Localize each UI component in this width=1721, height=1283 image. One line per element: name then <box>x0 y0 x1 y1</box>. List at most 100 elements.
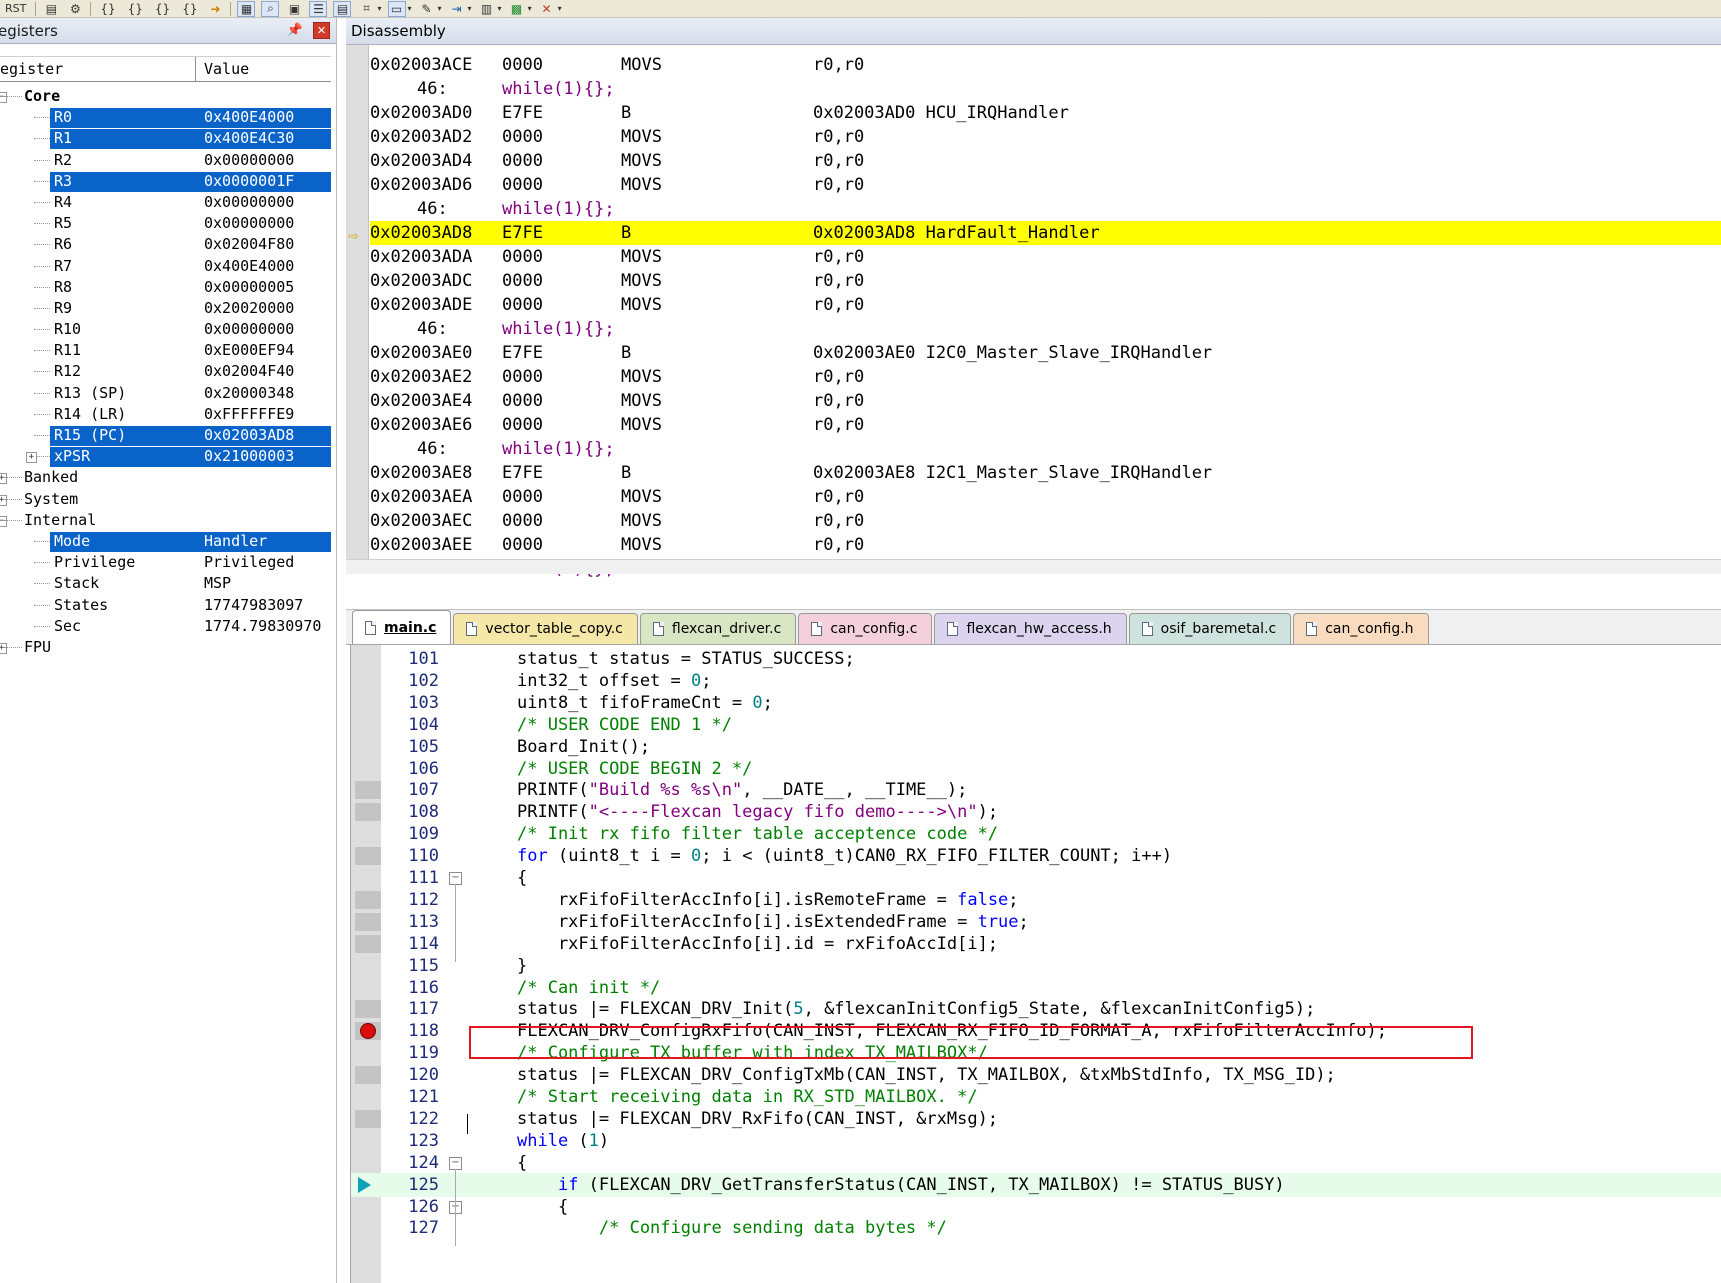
dropdown-icon[interactable]: ▾ <box>558 4 562 13</box>
register-row[interactable]: Sec 1774.79830970 <box>0 616 336 637</box>
register-value[interactable]: 17747983097 <box>204 595 303 616</box>
register-row[interactable]: Stack MSP <box>0 573 336 594</box>
tab-osif-baremetal-c[interactable]: osif_baremetal.c <box>1128 613 1292 644</box>
expand-icon[interactable]: − <box>0 515 7 527</box>
close-icon[interactable]: ✕ <box>313 22 330 39</box>
expand-icon[interactable]: − <box>0 92 7 103</box>
executable-line-marker[interactable] <box>355 781 381 800</box>
code-line[interactable]: 104 /* USER CODE END 1 */ <box>351 713 1721 737</box>
executable-line-marker[interactable] <box>355 847 381 866</box>
tab-main-c[interactable]: main.c <box>352 610 452 644</box>
register-row[interactable]: R8 0x00000005 <box>0 277 336 298</box>
register-row[interactable]: R11 0xE000EF94 <box>0 340 336 361</box>
register-row[interactable]: Mode Handler <box>0 531 336 552</box>
brace-over-icon[interactable]: {} <box>125 1 146 17</box>
dropdown-icon[interactable]: ▾ <box>498 4 502 13</box>
code-line[interactable]: 115} <box>351 954 1721 978</box>
code-line[interactable]: 121 /* Start receiving data in RX_STD_MAI… <box>351 1085 1721 1109</box>
register-group[interactable]: + FPU <box>0 637 336 658</box>
register-value[interactable]: 0x00000000 <box>204 213 294 234</box>
disassembly-line[interactable]: 0x02003AE4 0000 MOVS r0,r0 <box>370 389 1721 413</box>
arrow-icon[interactable]: ➜ <box>206 1 224 17</box>
watch-icon[interactable]: ▤ <box>333 0 352 17</box>
register-value[interactable]: 0x400E4000 <box>204 256 294 277</box>
gear-icon[interactable]: ⚙ <box>66 1 84 17</box>
register-row[interactable]: R12 0x02004F40 <box>0 361 336 382</box>
register-row[interactable]: R14 (LR) 0xFFFFFFE9 <box>0 404 336 425</box>
dropdown-icon[interactable]: ▾ <box>438 4 442 13</box>
register-row[interactable]: R0 0x400E4000 <box>0 107 336 129</box>
expand-icon[interactable]: + <box>0 494 7 506</box>
executable-line-marker[interactable] <box>355 803 381 822</box>
dropdown-icon[interactable]: ▾ <box>408 4 412 13</box>
disassembly-scrollbar[interactable] <box>346 559 1721 574</box>
tool-icon[interactable]: ▩ <box>508 1 526 17</box>
code-line[interactable]: 103 uint8_t fifoFrameCnt = 0; <box>351 691 1721 715</box>
column-value[interactable]: Value <box>196 57 249 81</box>
code-line[interactable]: 113 rxFifoFilterAccInfo[i].isExtendedFra… <box>351 910 1721 934</box>
disassembly-line[interactable]: 0x02003AD0 E7FE B 0x02003AD0 HCU_IRQHandler <box>370 101 1721 125</box>
register-group[interactable]: + System <box>0 489 336 510</box>
wrench-icon[interactable]: ✕ <box>538 1 556 17</box>
tab-can-config-h[interactable]: can_config.h <box>1293 613 1429 644</box>
code-line[interactable]: 105 Board_Init(); <box>351 735 1721 759</box>
register-value[interactable]: 0x02003AD8 <box>204 425 294 446</box>
chip-icon[interactable]: ⇥ <box>448 1 466 17</box>
disassembly-line[interactable]: 46: while(1){}; <box>370 197 1721 221</box>
register-value[interactable]: 0x00000000 <box>204 192 294 213</box>
register-row[interactable]: R6 0x02004F80 <box>0 234 336 255</box>
code-line[interactable]: 114 rxFifoFilterAccInfo[i].id = rxFifoAc… <box>351 932 1721 956</box>
code-line[interactable]: 109 /* Init rx fifo filter table accepten… <box>351 822 1721 846</box>
register-group[interactable]: − Internal <box>0 510 336 531</box>
executable-line-marker[interactable] <box>355 890 381 909</box>
register-row[interactable]: R3 0x0000001F <box>0 171 336 192</box>
register-group[interactable]: + Banked <box>0 467 336 488</box>
executable-line-marker[interactable] <box>355 1000 381 1019</box>
code-line[interactable]: 123 while (1) <box>351 1129 1721 1153</box>
register-row[interactable]: R15 (PC) 0x02003AD8 <box>0 425 336 446</box>
executable-line-marker[interactable] <box>355 934 381 953</box>
register-value[interactable]: 1774.79830970 <box>204 616 321 637</box>
register-row[interactable]: R10 0x00000000 <box>0 319 336 340</box>
disassembly-current-line[interactable]: 0x02003AD8 E7FE B 0x02003AD8 HardFault_Hand… <box>348 221 1721 246</box>
register-value[interactable]: 0x00000005 <box>204 277 294 298</box>
register-value[interactable]: 0xFFFFFFE9 <box>204 404 294 425</box>
tab-flexcan-driver-c[interactable]: flexcan_driver.c <box>639 613 797 644</box>
disassembly-listing[interactable]: 0x02003ACE 0000 MOVS r0,r0 46: while(1){}; 0x0… <box>348 53 1721 581</box>
register-value[interactable]: 0x400E4C30 <box>204 128 294 149</box>
register-value[interactable]: 0x20000348 <box>204 383 294 404</box>
brace-run-icon[interactable]: {} <box>179 1 200 17</box>
pin-icon[interactable]: 📌 <box>287 23 303 38</box>
doc-icon[interactable]: ▤ <box>42 1 60 17</box>
code-line[interactable]: 111−{ <box>351 866 1721 890</box>
code-line[interactable]: 110 for (uint8_t i = 0; i < (uint8_t)CAN0… <box>351 844 1721 868</box>
register-row[interactable]: R4 0x00000000 <box>0 192 336 213</box>
disassembly-line[interactable]: 0x02003ACE 0000 MOVS r0,r0 <box>370 53 1721 77</box>
disassembly-line[interactable]: 0x02003AE8 E7FE B 0x02003AE8 I2C1_Master_Sl… <box>370 461 1721 485</box>
reg-icon[interactable]: ▣ <box>285 1 303 17</box>
expand-icon[interactable]: + <box>0 642 7 654</box>
register-value[interactable]: Privileged <box>204 552 294 573</box>
register-row[interactable]: R5 0x00000000 <box>0 213 336 234</box>
code-line[interactable]: 116 /* Can init */ <box>351 976 1721 1000</box>
disasm-icon[interactable]: ▦ <box>237 0 256 17</box>
register-row[interactable]: R7 0x400E4000 <box>0 256 336 277</box>
disassembly-line[interactable]: 46: while(1){}; <box>370 77 1721 101</box>
register-value[interactable]: 0x400E4000 <box>204 107 294 128</box>
disassembly-line[interactable]: 0x02003AEC 0000 MOVS r0,r0 <box>370 509 1721 533</box>
expand-icon[interactable]: + <box>26 452 37 464</box>
code-line[interactable]: 117 status |= FLEXCAN_DRV_Init(5, &flexca… <box>351 997 1721 1021</box>
disassembly-line[interactable]: 0x02003AE2 0000 MOVS r0,r0 <box>370 365 1721 389</box>
register-row[interactable]: xPSR 0x21000003 + <box>0 446 336 468</box>
brace-step-icon[interactable]: {} <box>97 1 118 17</box>
register-value[interactable]: 0x20020000 <box>204 298 294 319</box>
register-row[interactable]: R1 0x400E4C30 <box>0 128 336 150</box>
tab-can-config-c[interactable]: can_config.c <box>798 613 933 644</box>
code-line[interactable]: 101 status_t status = STATUS_SUCCESS; <box>351 647 1721 671</box>
code-line[interactable]: 107 PRINTF("Build %s %s\n", __DATE__, __T… <box>351 778 1721 802</box>
register-value[interactable]: 0x0000001F <box>204 171 294 192</box>
register-row[interactable]: R2 0x00000000 <box>0 150 336 171</box>
chart-icon[interactable]: ▥ <box>478 1 496 17</box>
disassembly-line[interactable]: 0x02003ADE 0000 MOVS r0,r0 <box>370 293 1721 317</box>
dropdown-icon[interactable]: ▾ <box>468 4 472 13</box>
